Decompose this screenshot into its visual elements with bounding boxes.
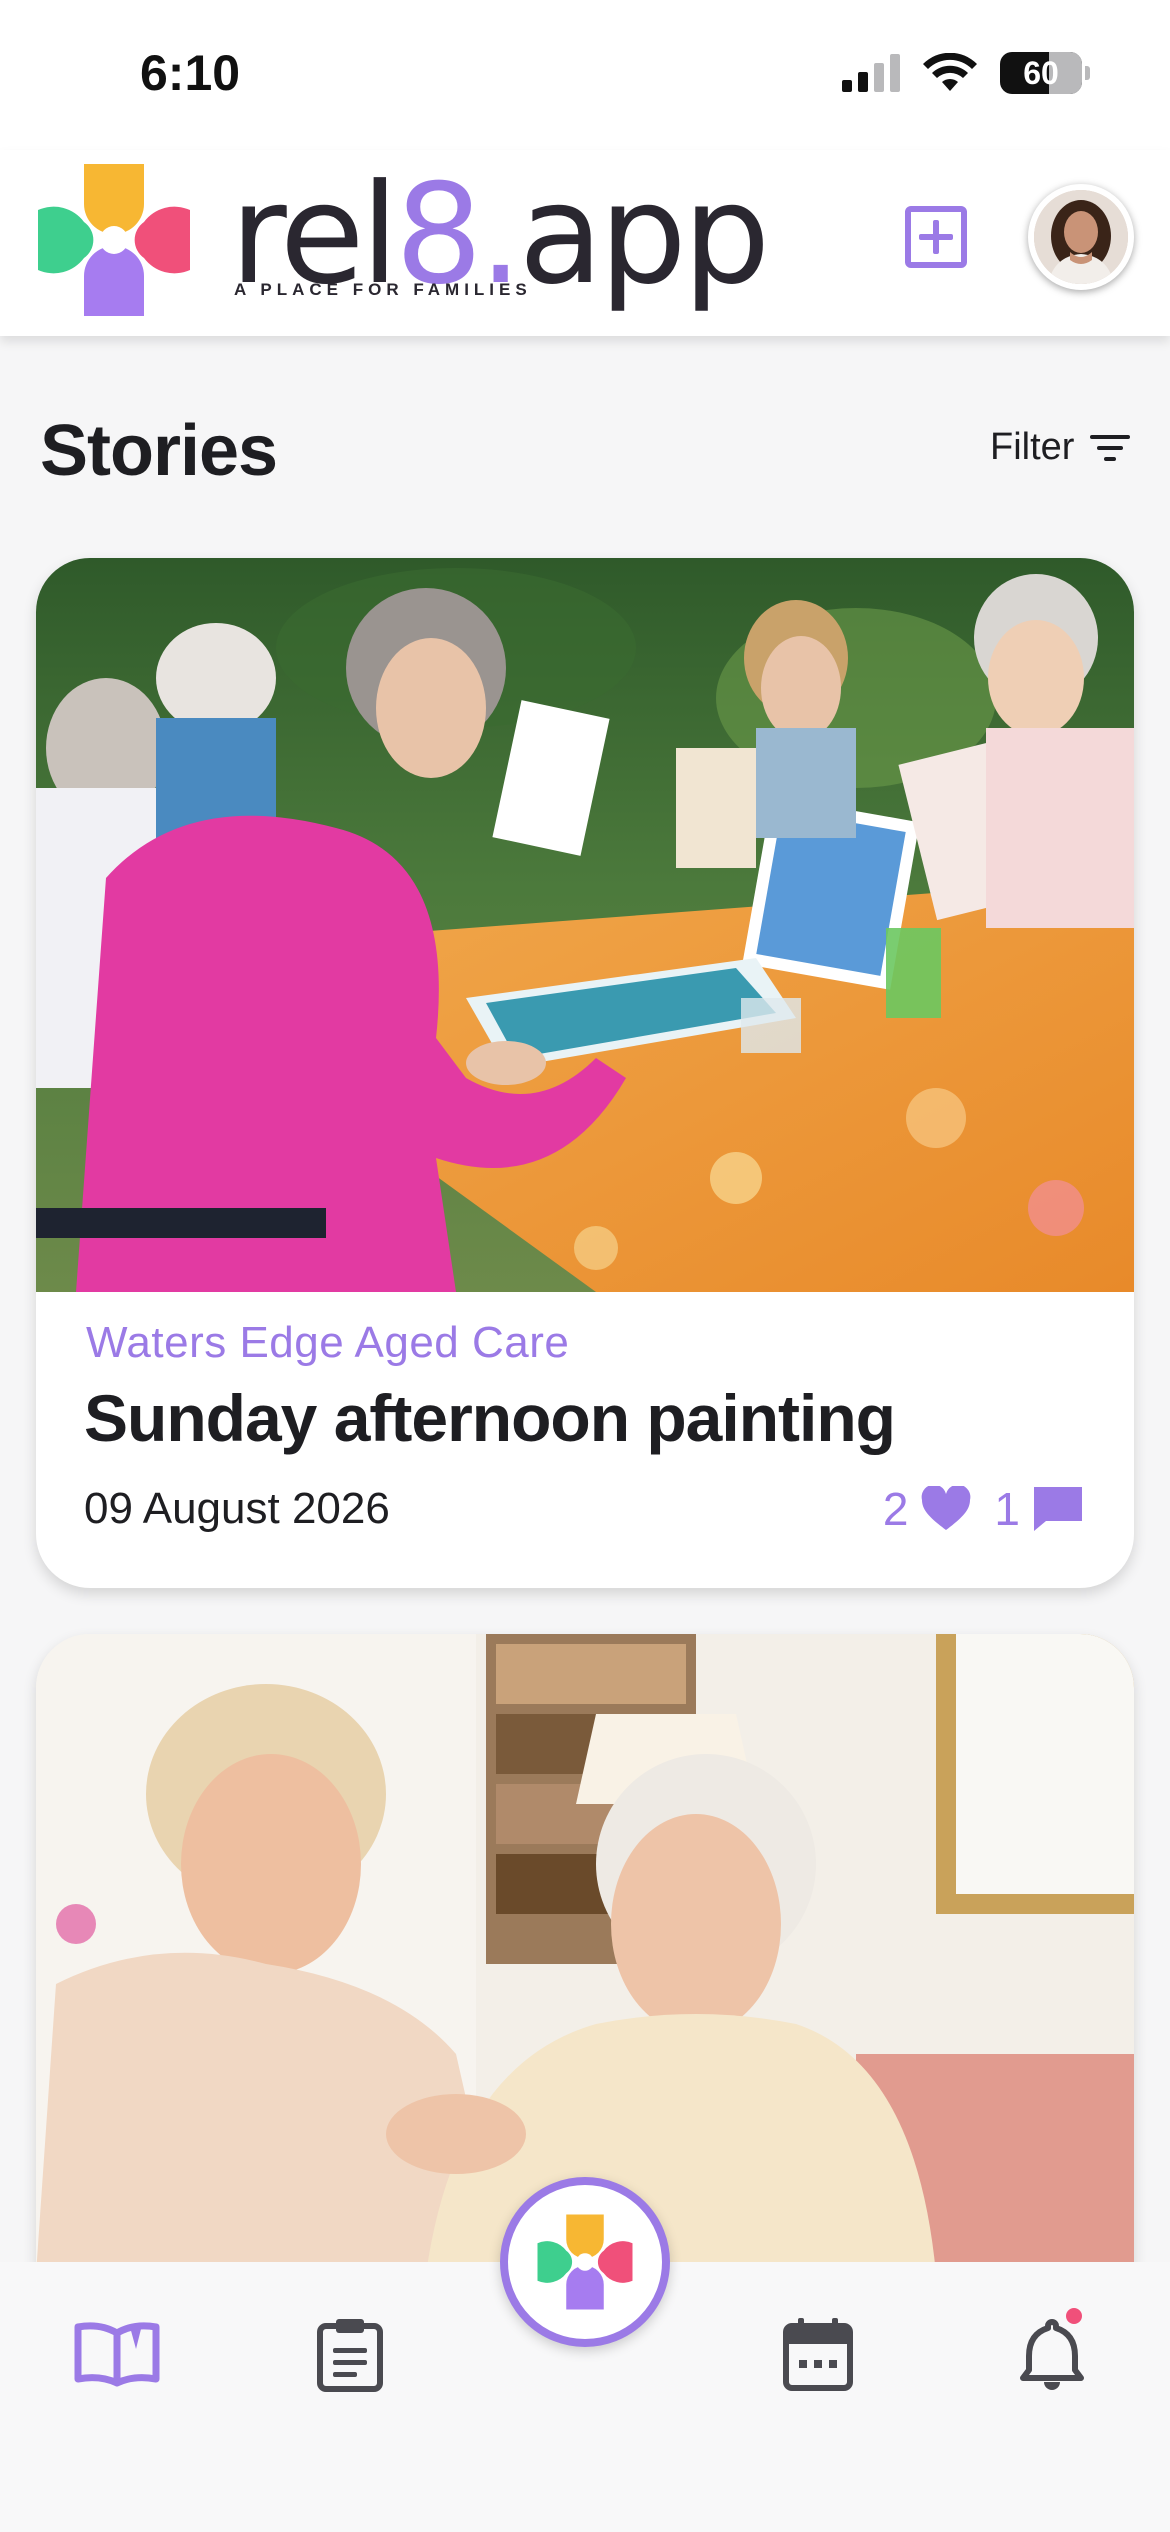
filter-label: Filter: [990, 426, 1075, 468]
status-bar: 6:10 60: [0, 0, 1170, 150]
notification-badge: [1066, 2308, 1082, 2324]
cellular-signal-icon: [842, 54, 900, 92]
rel8-logo-icon: [537, 2214, 633, 2310]
heart-icon[interactable]: [920, 1486, 972, 1532]
avatar[interactable]: [1028, 184, 1134, 290]
filter-button[interactable]: Filter: [990, 426, 1131, 469]
filter-icon: [1090, 434, 1131, 461]
bell-icon: [1020, 2319, 1084, 2390]
clipboard-icon: [317, 2319, 383, 2392]
app-header: rel8.app A PLACE FOR FAMILIES: [0, 150, 1170, 336]
brand-tagline: A PLACE FOR FAMILIES: [234, 280, 532, 299]
story-title: Sunday afternoon painting: [84, 1381, 896, 1455]
story-date: 09 August 2026: [84, 1484, 390, 1533]
user-avatar-image: [1034, 190, 1128, 284]
nav-posts[interactable]: [300, 2304, 400, 2404]
book-open-icon: [74, 2322, 160, 2387]
rel8-logo-icon: [38, 164, 190, 316]
calendar-icon: [783, 2318, 853, 2391]
nav-stories[interactable]: [67, 2304, 167, 2404]
wifi-icon: [923, 53, 977, 91]
story-stats: 2 1: [883, 1482, 1084, 1536]
nav-calendar[interactable]: [768, 2304, 868, 2404]
add-story-button[interactable]: [905, 206, 967, 268]
nav-notifications[interactable]: [1002, 2304, 1102, 2404]
home-logo-button[interactable]: [500, 2177, 670, 2347]
story-card[interactable]: Waters Edge Aged Care Sunday afternoon p…: [36, 558, 1134, 1588]
comment-count: 1: [994, 1483, 1020, 1535]
story-location: Waters Edge Aged Care: [86, 1318, 570, 1367]
battery-level: 60: [1023, 54, 1059, 91]
page-title: Stories: [40, 411, 278, 491]
story-photo: [36, 558, 1134, 1292]
status-time: 6:10: [140, 45, 241, 101]
comment-icon[interactable]: [1032, 1485, 1084, 1533]
battery-icon: 60: [1000, 52, 1082, 94]
like-count: 2: [882, 1483, 909, 1535]
status-icons: 60: [842, 52, 1090, 94]
